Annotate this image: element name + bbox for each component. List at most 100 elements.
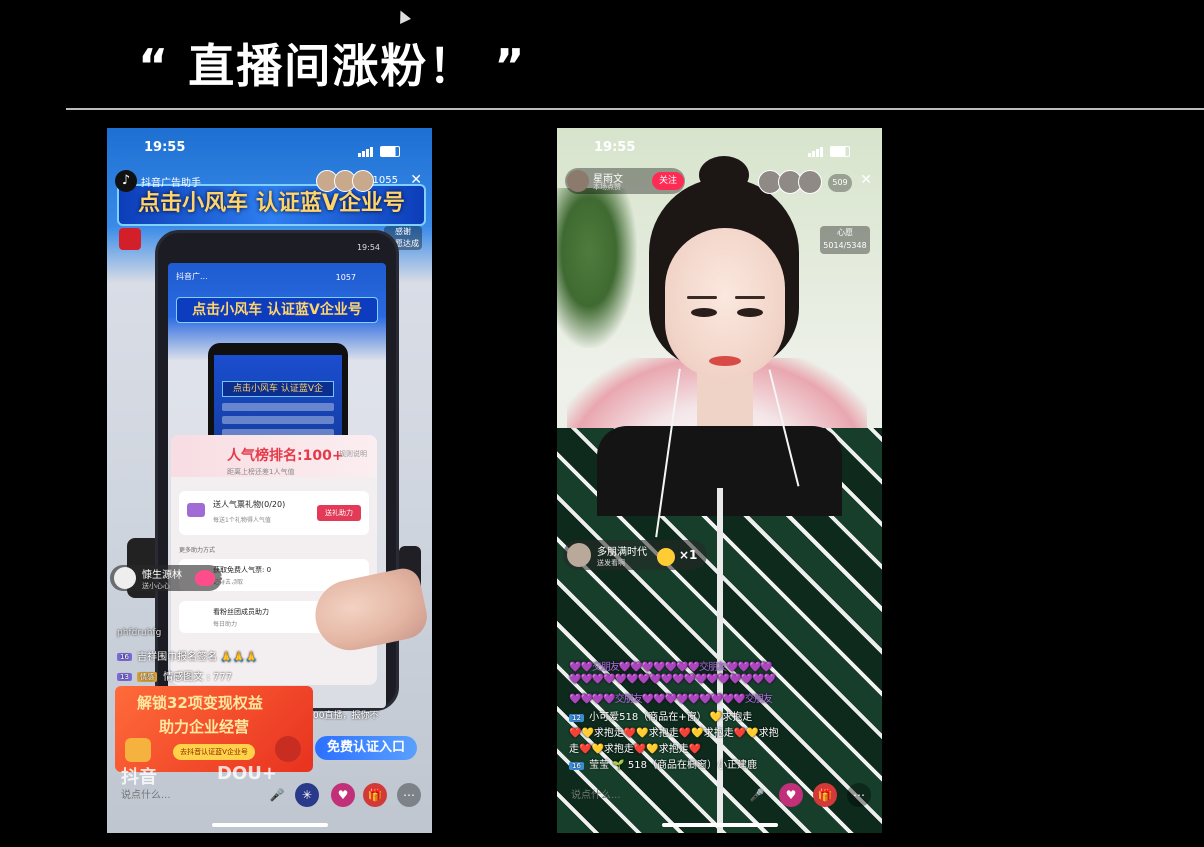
chat-text: 吉祥围巾报名签名 🙏🙏🙏 [137, 652, 258, 663]
chat-message: 走❤️💛求抱走❤️💛求抱走❤️ [569, 740, 701, 755]
comment-input[interactable] [569, 779, 723, 811]
chat-message: 💜💜💜💜交朋友💜💜💜💜💜💜💜💜💜交朋友 [569, 690, 773, 705]
level-badge: 16 [569, 762, 584, 770]
promo-cta-button[interactable]: 去抖音认证蓝V企业号 [173, 744, 255, 760]
follow-button[interactable]: 关注 [652, 172, 684, 190]
viewer-count[interactable]: 1055 [373, 175, 398, 186]
chat-message: 16 吉祥围巾报名签名 🙏🙏🙏 [117, 648, 258, 663]
plant-background [557, 188, 637, 348]
gift-count: ×1 [679, 548, 698, 562]
close-icon[interactable]: ✕ [860, 172, 872, 188]
viewer-count[interactable]: 509 [828, 174, 852, 192]
level-badge: 13 [117, 673, 132, 681]
behind-text: 00直播，报你不 [313, 711, 379, 721]
bottom-bar: 抖音 DOU+ 🎤 ✳ ♥ 🎁 ⋯ [107, 763, 432, 833]
left-phone-screenshot: 19:55 点击小风车 认证蓝V企业号 ♪ 抖音广告助手 1055 ✕ 感谢 心… [107, 128, 432, 833]
level-badge: 12 [569, 714, 584, 722]
chat-message: 💜💜交朋友💜💜💜💜💜💜💜交朋友💜💜💜💜 [569, 658, 773, 673]
slide-title: “ 直播间涨粉！ ” [138, 39, 527, 93]
fan-club-sub: 每日助力 [213, 621, 238, 628]
nested-banner: 点击小风车 认证蓝V企 [222, 381, 334, 397]
status-bar: 19:55 [107, 138, 432, 158]
avatar [114, 567, 136, 589]
chat-text: 情感图文 : 777 [163, 672, 233, 683]
inner-status-time: 19:54 [356, 243, 380, 252]
status-bar: 19:55 [557, 138, 882, 158]
mic-icon[interactable]: 🎤 [265, 783, 289, 807]
status-time: 19:55 [144, 140, 186, 155]
right-phone-screenshot: 19:55 星雨文 本场点赞 关注 509 ✕ 心愿 5014/5348 多朋满… [557, 128, 882, 833]
chat-message: 16 莹莹 🌱 518（商品在橱窗）小正建鹿 [569, 756, 757, 771]
more-icon[interactable]: ⋯ [397, 783, 421, 807]
send-gift-button[interactable]: 送礼助力 [317, 505, 361, 521]
signal-wifi-battery-icon [808, 142, 852, 157]
inner-viewer-count: 1057 [335, 273, 356, 282]
wish-tag-top: 感谢 [395, 227, 411, 236]
level-badge: 16 [117, 653, 132, 661]
more-icon[interactable]: ⋯ [847, 783, 871, 807]
chat-message: ❤️💛求抱走❤️💛求抱走❤️💛求抱走❤️💛求抱 [569, 724, 779, 739]
signal-wifi-battery-icon [358, 142, 402, 157]
chat-text: 走❤️💛求抱走❤️💛求抱走❤️ [569, 744, 702, 755]
promo-line-1: 解锁32项变现权益 [137, 694, 263, 712]
heart-icon[interactable]: ♥ [331, 783, 355, 807]
coin-icon [125, 738, 151, 762]
home-indicator[interactable] [211, 823, 328, 827]
pinwheel-icon[interactable]: ✳ [295, 783, 319, 807]
mouse-cursor-icon [395, 8, 411, 24]
promo-line-2: 助力企业经营 [159, 718, 250, 736]
task-subtitle: 每送1个礼物得人气值 [213, 517, 271, 524]
host-likes: 本场点赞 [593, 183, 621, 191]
ticket-icon [187, 503, 205, 517]
chat-text: 💜💜💜💜交朋友💜💜💜💜💜💜💜💜💜交朋友 [569, 694, 773, 705]
gift-icon[interactable]: 🎁 [813, 783, 837, 807]
gift-task-card: 送人气票礼物(0/20) 每送1个礼物得人气值 送礼助力 [179, 491, 369, 535]
comment-input[interactable] [119, 779, 273, 811]
gift-count: ×1 [219, 572, 236, 585]
task-title: 送人气票礼物(0/20) [213, 500, 286, 509]
fan-club-title: 看粉丝团成员助力 [213, 608, 269, 616]
popularity-rank-tip: 距离上榜还差1人气值 [227, 468, 295, 476]
gift-sender-name: 慷生源林 [142, 569, 182, 581]
wish-value: 5014/5348 [823, 241, 867, 250]
gift-icon[interactable]: 🎁 [363, 783, 387, 807]
chat-message: 💜💜💜💜💜💜💜💜💜💜💜💜💜💜💜💜💜💜 [569, 674, 776, 685]
inner-host-name: 抖音广... [176, 272, 208, 281]
gift-icon [657, 548, 675, 566]
streamer-hair-bun [699, 156, 749, 194]
free-certification-button[interactable]: 免费认证入口 [315, 736, 417, 760]
chat-text: 小可爱518（商品在+窗） 💛求抱走 [589, 712, 753, 723]
host-name: 抖音广告助手 [141, 177, 201, 189]
tiktok-logo-icon: ♪ [115, 170, 137, 192]
gift-badge-icon[interactable] [119, 228, 141, 250]
mic-icon[interactable]: 🎤 [745, 783, 769, 807]
gift-box-icon [275, 736, 301, 762]
bottom-bar: 🎤 ♥ 🎁 ⋯ [557, 775, 882, 833]
rule-link[interactable]: 规则说明 [339, 449, 367, 459]
chat-text: 莹莹 🌱 518（商品在橱窗）小正建鹿 [589, 760, 758, 771]
fan-badge: 情感 [137, 672, 158, 682]
wish-progress-tag[interactable]: 心愿 5014/5348 [820, 226, 870, 254]
gift-sender-name: 多朋满时代 [597, 546, 647, 558]
chat-message: 13 情感 情感图文 : 777 [117, 668, 232, 683]
promo-card[interactable]: 解锁32项变现权益 助力企业经营 去抖音认证蓝V企业号 [115, 686, 313, 772]
viewer-avatars[interactable] [316, 170, 374, 192]
chat-text: 💜💜💜💜💜💜💜💜💜💜💜💜💜💜💜💜💜💜 [569, 674, 776, 685]
viewer-avatars[interactable] [758, 170, 822, 194]
close-icon[interactable]: ✕ [410, 172, 422, 188]
avatar [567, 170, 589, 192]
host-info[interactable]: ♪ 抖音广告助手 [115, 168, 201, 194]
popularity-rank: 人气榜排名:100+ [227, 448, 344, 464]
status-time: 19:55 [594, 140, 636, 155]
title-divider [66, 108, 1204, 110]
heart-gift-icon [195, 570, 215, 586]
avatar [567, 543, 591, 567]
chat-message: 12 小可爱518（商品在+窗） 💛求抱走 [569, 708, 752, 723]
chat-text: ❤️💛求抱走❤️💛求抱走❤️💛求抱走❤️💛求抱 [569, 728, 779, 739]
watermark-text: phfdruhfg [117, 628, 162, 638]
heart-icon[interactable]: ♥ [779, 783, 803, 807]
gift-sender-sub: 送发看啊 [597, 558, 625, 567]
chat-text: 💜💜交朋友💜💜💜💜💜💜💜交朋友💜💜💜💜 [569, 662, 773, 673]
more-ways-label: 更多助力方式 [179, 547, 216, 554]
home-indicator[interactable] [661, 823, 778, 827]
